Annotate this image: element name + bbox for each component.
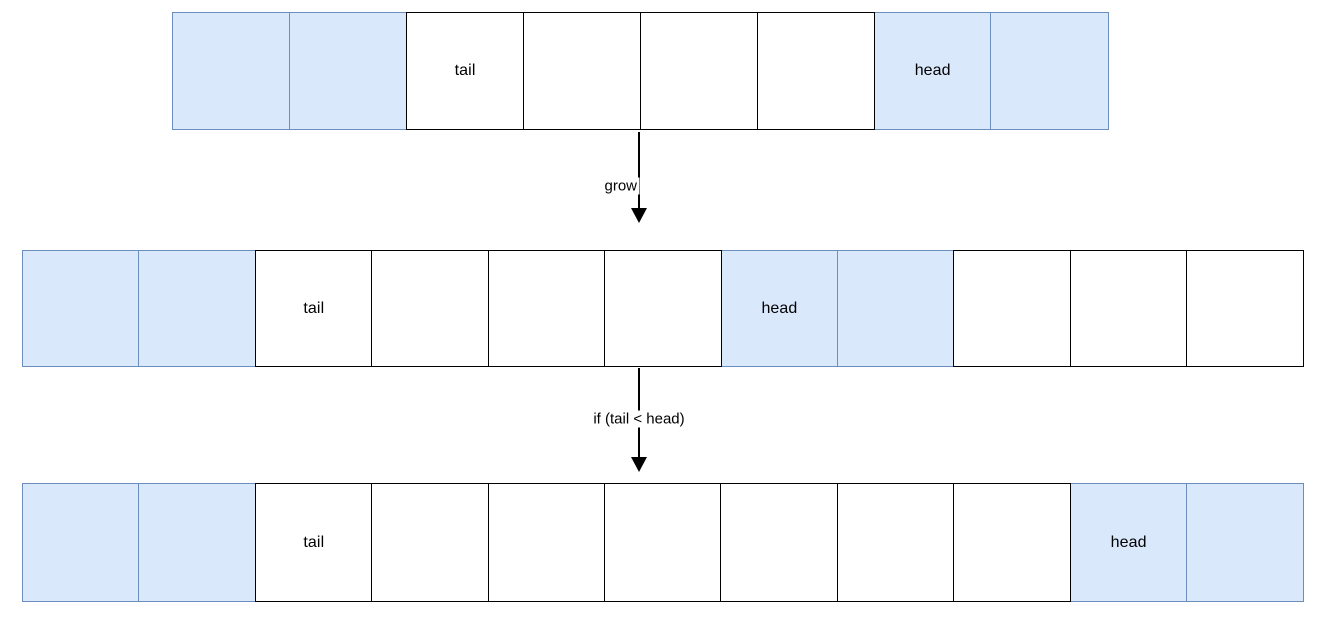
buffer-cell	[604, 483, 723, 602]
buffer-cell	[953, 483, 1072, 602]
buffer-cell	[720, 483, 839, 602]
cell-label-tail: tail	[303, 299, 325, 317]
arrow-head-icon	[631, 457, 647, 472]
buffer-cell: head	[720, 250, 839, 367]
buffer-cell	[1069, 250, 1188, 367]
buffer-cell: head	[1069, 483, 1188, 602]
buffer-cell	[836, 483, 955, 602]
buffer-row-buffer-after-unwrap: tail head	[22, 483, 1305, 602]
buffer-cell	[953, 250, 1072, 367]
buffer-cell	[522, 12, 642, 130]
cell-label-tail: tail	[303, 533, 325, 551]
connector-label-arrow-if-tail-lt-head: if (tail < head)	[590, 410, 688, 428]
cell-label-tail: tail	[454, 62, 476, 79]
buffer-cell	[487, 483, 606, 602]
diagram-canvas: tail head tail head tail head grow if (tail < h…	[0, 0, 1344, 622]
buffer-cell	[22, 483, 140, 602]
buffer-cell	[756, 12, 876, 130]
buffer-cell	[487, 250, 606, 367]
buffer-cell	[22, 250, 140, 367]
buffer-cell: head	[873, 12, 992, 130]
buffer-cell	[836, 250, 955, 367]
buffer-cell	[1186, 483, 1305, 602]
buffer-cell	[639, 12, 759, 130]
buffer-cell	[604, 250, 723, 367]
cell-label-head: head	[914, 62, 951, 79]
buffer-cell	[138, 483, 257, 602]
buffer-cell	[138, 250, 257, 367]
buffer-cell	[172, 12, 291, 130]
buffer-cell: tail	[254, 483, 373, 602]
buffer-row-buffer-before-grow: tail head	[172, 12, 1109, 130]
buffer-cell	[990, 12, 1109, 130]
buffer-cell: tail	[254, 250, 373, 367]
cell-label-head: head	[761, 299, 798, 317]
buffer-cell	[288, 12, 408, 130]
buffer-cell	[1186, 250, 1305, 367]
cell-label-head: head	[1110, 533, 1147, 551]
buffer-cell	[371, 483, 490, 602]
buffer-row-buffer-after-grow: tail head	[22, 250, 1305, 367]
buffer-cell	[371, 250, 490, 367]
buffer-cell: tail	[405, 12, 525, 130]
